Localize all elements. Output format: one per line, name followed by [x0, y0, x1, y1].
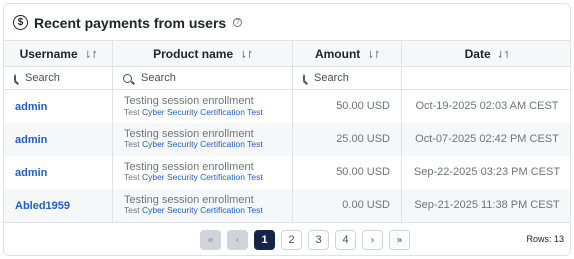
- table-row: admin Testing session enrollment Test Cyb…: [4, 122, 570, 156]
- column-header-date[interactable]: Date ⇃↿: [401, 40, 570, 67]
- table-row: Abled1959 Testing session enrollment Test…: [4, 188, 570, 222]
- date: Oct-19-2025 02:03 AM CEST: [401, 89, 570, 123]
- date: Sep-22-2025 03:23 PM CEST: [401, 155, 570, 189]
- amount: 50.00 USD: [292, 155, 402, 189]
- column-header-amount[interactable]: Amount ⇂↾: [292, 40, 402, 67]
- help-icon[interactable]: ?: [233, 18, 243, 27]
- sort-icon[interactable]: ⇂↾: [239, 50, 254, 61]
- card-header: $ Recent payments from users ?: [4, 4, 570, 41]
- username-link[interactable]: Abled1959: [4, 200, 70, 212]
- amount: 50.00 USD: [292, 89, 402, 123]
- product-link[interactable]: Cyber Security Certification Test: [142, 139, 263, 150]
- amount: 25.00 USD: [292, 122, 402, 156]
- column-label: Date: [464, 46, 491, 61]
- page-4-button[interactable]: 4: [335, 230, 356, 250]
- search-input-product[interactable]: [141, 72, 251, 84]
- product-type: Test: [124, 106, 140, 117]
- filter-cell-product: [112, 66, 293, 90]
- column-header-username[interactable]: Username ⇂↾: [4, 40, 113, 67]
- sort-icon[interactable]: ⇂↾: [366, 50, 381, 61]
- column-label: Username: [19, 46, 78, 61]
- last-page-button[interactable]: »: [389, 230, 410, 250]
- filter-cell-username: [4, 66, 135, 90]
- date: Oct-07-2025 02:42 PM CEST: [401, 122, 570, 156]
- table-row: admin Testing session enrollment Test Cyb…: [4, 155, 570, 189]
- pagination: « ‹ 1 2 3 4 › »: [200, 230, 410, 250]
- sort-ascending-icon[interactable]: ⇃↿: [497, 50, 512, 61]
- product-link[interactable]: Cyber Security Certification Test: [142, 107, 263, 117]
- product-type: Test: [124, 139, 140, 150]
- table-footer: « ‹ 1 2 3 4 › » Rows: 13: [4, 222, 570, 255]
- column-label: Amount: [314, 46, 361, 61]
- sort-icon[interactable]: ⇂↾: [84, 50, 99, 61]
- column-label: Product name: [153, 46, 234, 61]
- card-title: Recent payments from users: [34, 14, 227, 31]
- next-page-button[interactable]: ›: [362, 230, 383, 250]
- table-row: admin Testing session enrollment Test Cyb…: [4, 89, 570, 123]
- page-2-button[interactable]: 2: [281, 230, 302, 250]
- username-link[interactable]: admin: [4, 134, 47, 146]
- previous-page-button[interactable]: ‹: [227, 230, 248, 250]
- username-link[interactable]: admin: [4, 101, 47, 113]
- first-page-button[interactable]: «: [200, 230, 221, 250]
- date: Sep-21-2025 11:38 PM CEST: [401, 188, 570, 222]
- product-type: Test: [124, 205, 140, 216]
- filter-cell-date: [401, 66, 570, 90]
- search-input-amount[interactable]: [314, 72, 424, 84]
- search-input-username[interactable]: [25, 72, 135, 84]
- page-1-button[interactable]: 1: [254, 230, 275, 250]
- product-type: Test: [124, 172, 140, 183]
- search-icon: [14, 73, 16, 83]
- page-3-button[interactable]: 3: [308, 230, 329, 250]
- search-icon: [123, 73, 132, 83]
- product-link[interactable]: Cyber Security Certification Test: [142, 205, 263, 216]
- username-link[interactable]: admin: [4, 167, 47, 179]
- filter-cell-amount: [292, 66, 424, 90]
- rows-count: Rows: 13: [526, 234, 564, 244]
- recent-payments-card: $ Recent payments from users ? Username ⇂…: [3, 3, 571, 256]
- dollar-circle-icon: $: [13, 15, 28, 30]
- payments-table: Username ⇂↾ Product name ⇂↾ Amount ⇂↾ Date ⇃…: [4, 40, 570, 222]
- search-icon: [303, 73, 305, 83]
- product-link[interactable]: Cyber Security Certification Test: [142, 172, 263, 183]
- amount: 0.00 USD: [292, 188, 402, 222]
- column-header-product-name[interactable]: Product name ⇂↾: [112, 40, 293, 67]
